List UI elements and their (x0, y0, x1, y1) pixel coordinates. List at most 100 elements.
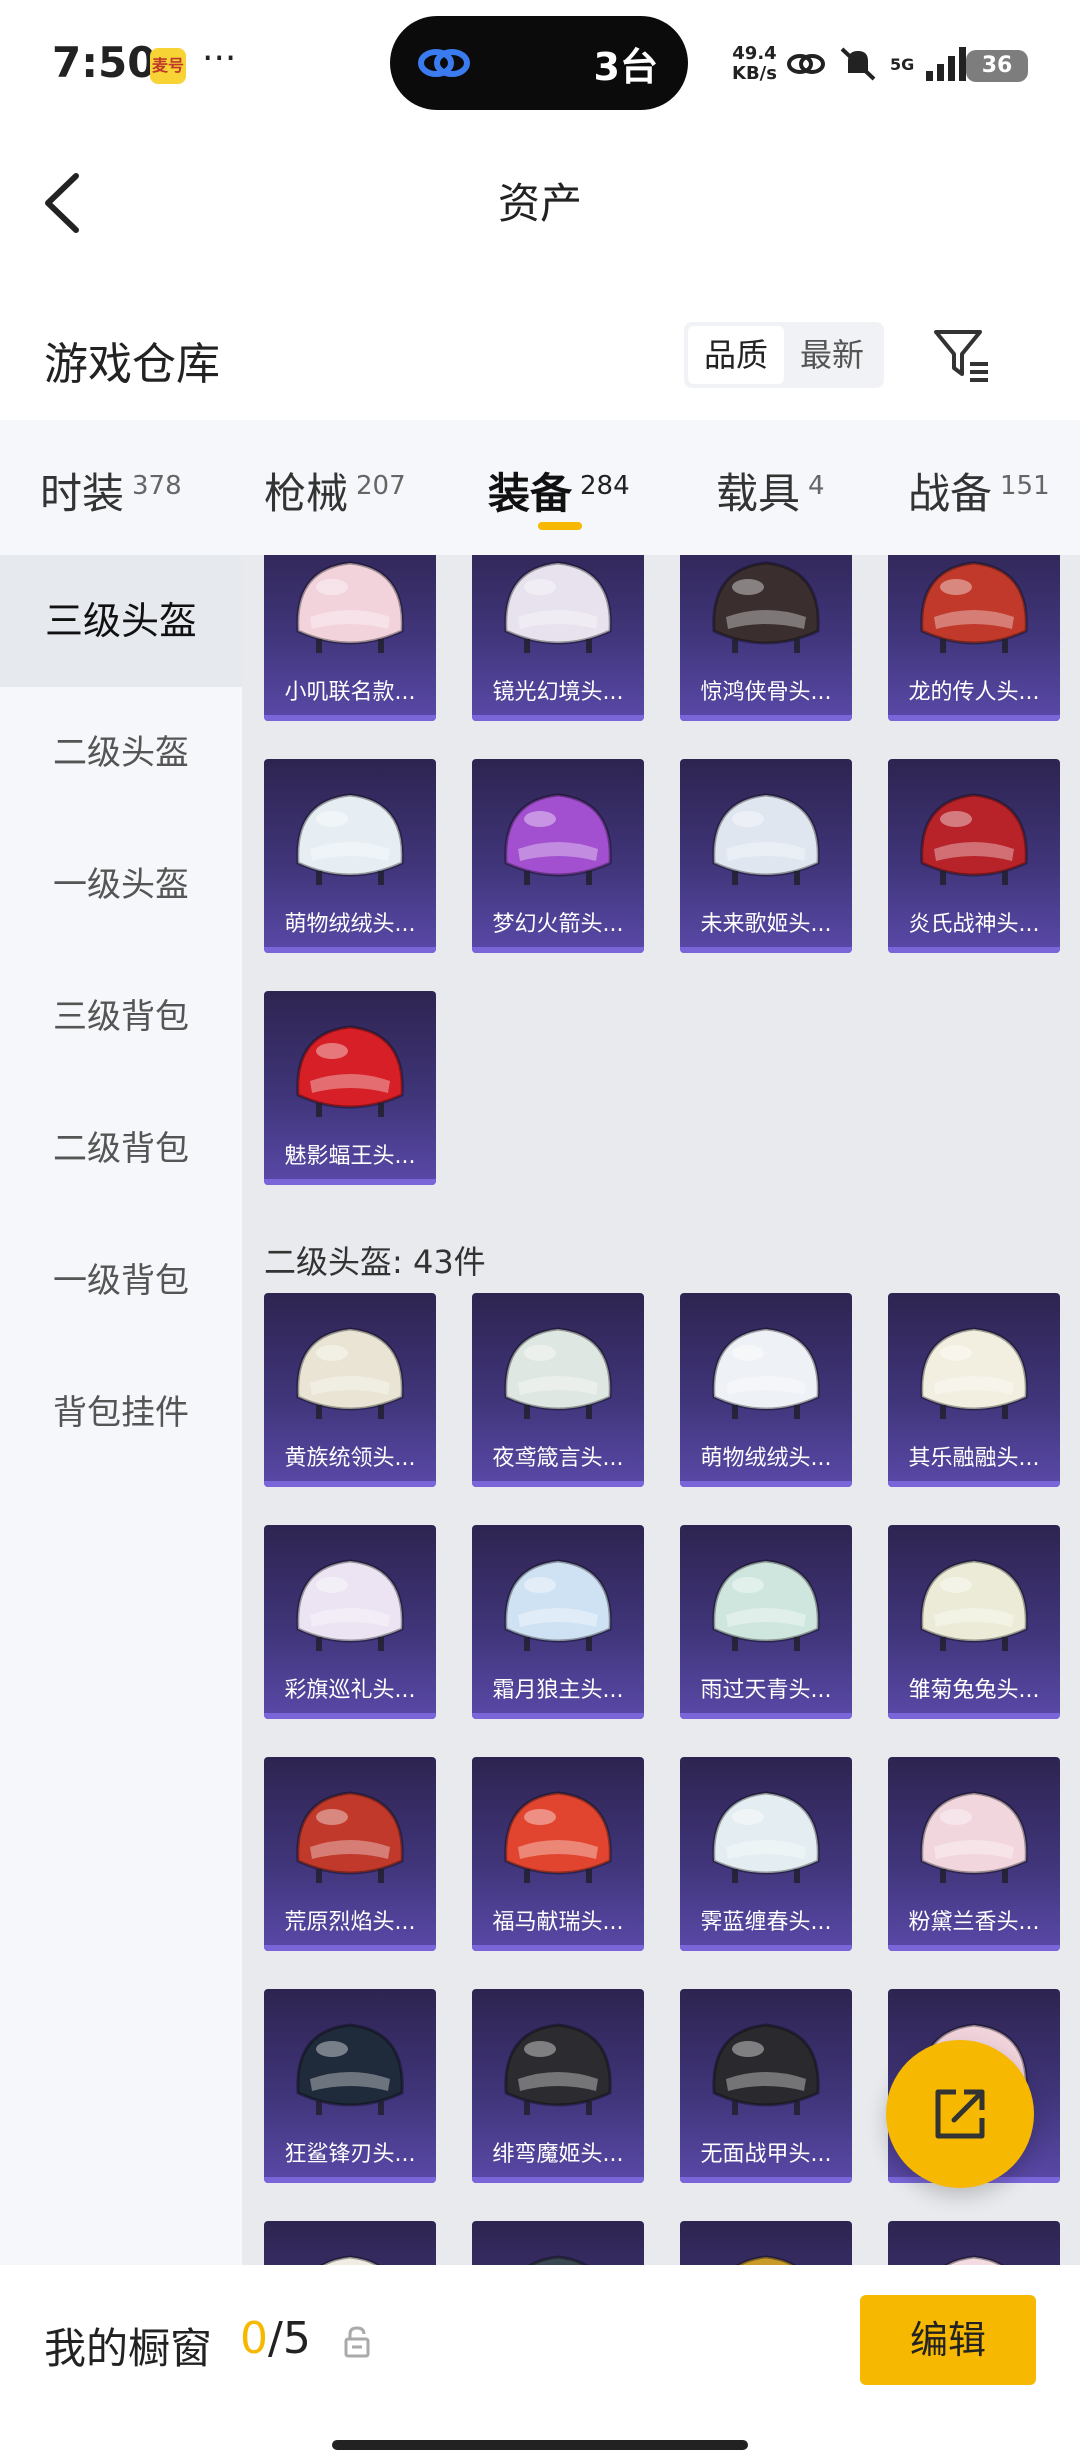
sidebar-item-level3-helmet[interactable]: 三级头盔 (0, 555, 242, 687)
helmet-icon (920, 793, 1028, 885)
helmet-icon (320, 2255, 380, 2265)
item-card[interactable]: 镜光幻境头... (472, 555, 644, 721)
helmet-icon (712, 1327, 820, 1419)
item-card[interactable]: 萌物绒绒头... (680, 1293, 852, 1487)
tab-weapons[interactable]: 枪械 207 (264, 460, 406, 521)
dynamic-island[interactable]: 3台 (390, 16, 688, 110)
item-name: 萌物绒绒头... (700, 1446, 832, 1471)
helmet-icon (504, 1327, 612, 1419)
helmet-icon (920, 1791, 1028, 1883)
item-card[interactable]: 其乐融融头... (888, 1293, 1060, 1487)
showcase-label: 我的橱窗 (44, 2324, 213, 2373)
helmet-icon (504, 1791, 612, 1883)
item-name: 霁蓝缠春头... (700, 1910, 832, 1935)
helmet-icon (920, 1327, 1028, 1419)
sort-toggle: 品质 最新 (684, 322, 884, 388)
helmet-icon (296, 1025, 404, 1117)
signal-icon (926, 47, 967, 81)
status-icons: 5G (786, 42, 968, 86)
item-name: 粉黛兰香头... (908, 1910, 1040, 1935)
sidebar-item-level1-backpack[interactable]: 一级背包 (0, 1215, 242, 1347)
filter-icon[interactable] (930, 322, 994, 386)
item-card[interactable]: 萌物绒绒头... (264, 759, 436, 953)
helmet-icon (296, 2023, 404, 2115)
item-card[interactable]: 龙的传人头... (888, 555, 1060, 721)
subcategory-sidebar: 三级头盔 二级头盔 一级头盔 三级背包 二级背包 一级背包 背包挂件 (0, 555, 242, 2265)
item-name: 荒原烈焰头... (284, 1910, 416, 1935)
item-name: 魅影蝠王头... (284, 1144, 416, 1169)
item-name: 霜月狼主头... (492, 1678, 624, 1703)
helmet-icon (504, 1559, 612, 1651)
link-icon (418, 49, 470, 77)
tab-supplies[interactable]: 战备 151 (908, 460, 1050, 521)
helmet-icon (504, 2023, 612, 2115)
helmet-icon (296, 1559, 404, 1651)
tab-vehicles[interactable]: 载具 4 (716, 460, 825, 521)
active-tab-indicator (538, 522, 582, 530)
item-card[interactable]: 未来歌姬头... (680, 759, 852, 953)
item-card[interactable]: 福马献瑞头... (472, 1757, 644, 1951)
item-card[interactable]: 霁蓝缠春头... (680, 1757, 852, 1951)
item-grid: 小叽联名款... 镜光幻境头... 惊鸿侠骨头... 龙的传人头... 萌物绒绒头...… (242, 555, 1080, 2265)
item-card[interactable]: 黄族统领头... (264, 1293, 436, 1487)
item-card[interactable]: 夜鸢箴言头... (472, 1293, 644, 1487)
item-card[interactable]: 无面战甲头... (680, 1989, 852, 2183)
showcase-bar: 我的橱窗 0/5 编辑 (0, 2265, 1080, 2460)
sort-quality-button[interactable]: 品质 (688, 326, 784, 384)
item-card[interactable]: 雏菊兔兔头... (888, 1525, 1060, 1719)
item-card[interactable]: 狂鲨锋刃头... (264, 1989, 436, 2183)
item-card[interactable]: 荒原烈焰头... (264, 1757, 436, 1951)
item-card[interactable]: 梦幻火箭头... (472, 759, 644, 953)
section-title: 二级头盔: 43件 (264, 1243, 486, 1281)
lock-icon (344, 2326, 370, 2358)
tab-equipment[interactable]: 装备 284 (488, 460, 630, 521)
item-name: 狂鲨锋刃头... (284, 2142, 416, 2167)
sidebar-item-level2-backpack[interactable]: 二级背包 (0, 1083, 242, 1215)
item-card[interactable]: 炎氏战神头... (888, 759, 1060, 953)
item-name: 惊鸿侠骨头... (700, 680, 832, 705)
item-card[interactable]: 彩旗巡礼头... (264, 1525, 436, 1719)
item-name: 无面战甲头... (700, 2142, 832, 2167)
item-name: 龙的传人头... (908, 680, 1040, 705)
home-indicator[interactable] (332, 2440, 748, 2450)
item-name: 夜鸢箴言头... (492, 1446, 624, 1471)
item-card[interactable]: 霜月狼主头... (472, 1525, 644, 1719)
battery-icon: 36 (966, 50, 1028, 82)
share-icon (935, 2089, 985, 2139)
tab-fashion[interactable]: 时装 378 (40, 460, 182, 521)
more-notifications-icon: ··· (202, 38, 237, 79)
sidebar-item-level1-helmet[interactable]: 一级头盔 (0, 819, 242, 951)
item-name: 小叽联名款... (284, 680, 416, 705)
item-card[interactable]: 绯弯魔姬头... (472, 1989, 644, 2183)
item-card[interactable] (680, 2221, 852, 2265)
item-card[interactable]: 魅影蝠王头... (264, 991, 436, 1185)
sidebar-item-level3-backpack[interactable]: 三级背包 (0, 951, 242, 1083)
network-type: 5G (890, 54, 915, 74)
item-card[interactable] (264, 2221, 436, 2265)
sidebar-item-level2-helmet[interactable]: 二级头盔 (0, 687, 242, 819)
item-card[interactable] (472, 2221, 644, 2265)
item-name: 绯弯魔姬头... (492, 2142, 624, 2167)
app-notification-icon: 麦号 (150, 48, 186, 84)
helmet-icon (296, 1327, 404, 1419)
helmet-icon (504, 561, 612, 653)
item-card[interactable]: 粉黛兰香头... (888, 1757, 1060, 1951)
item-card[interactable] (888, 2221, 1060, 2265)
item-name: 黄族统领头... (284, 1446, 416, 1471)
mute-icon (840, 47, 876, 81)
edit-button[interactable]: 编辑 (860, 2295, 1036, 2385)
sidebar-item-backpack-charm[interactable]: 背包挂件 (0, 1347, 242, 1479)
item-card[interactable]: 惊鸿侠骨头... (680, 555, 852, 721)
share-button[interactable] (886, 2040, 1034, 2188)
item-name: 未来歌姬头... (700, 912, 832, 937)
sort-newest-button[interactable]: 最新 (784, 326, 880, 384)
category-tabs: 时装 378 枪械 207 装备 284 载具 4 战备 151 (0, 420, 1080, 555)
helmet-icon (296, 561, 404, 653)
helmet-icon (920, 1559, 1028, 1651)
helmet-icon (712, 561, 820, 653)
item-card[interactable]: 小叽联名款... (264, 555, 436, 721)
helmet-icon (296, 793, 404, 885)
item-name: 福马献瑞头... (492, 1910, 624, 1935)
item-card[interactable]: 雨过天青头... (680, 1525, 852, 1719)
helmet-icon (528, 2255, 588, 2265)
